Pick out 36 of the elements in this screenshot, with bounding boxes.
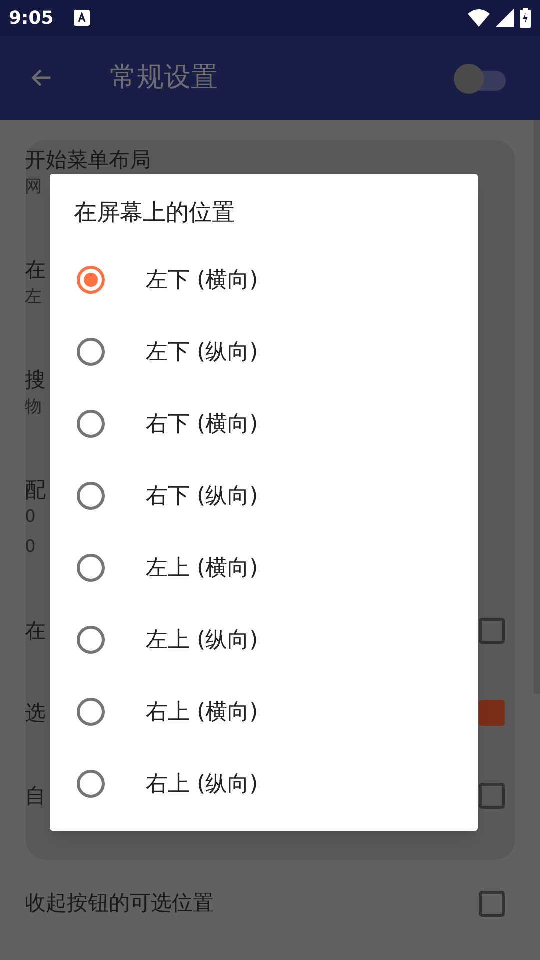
radio-button[interactable] (77, 482, 105, 510)
radio-option[interactable]: 右下 (纵向) (50, 460, 478, 532)
radio-option[interactable]: 左下 (横向) (50, 244, 478, 316)
setting-title: 配 (25, 478, 46, 502)
setting-title: 在 (25, 258, 46, 282)
setting-title: 收起按钮的可选位置 (25, 890, 214, 918)
dialog-title: 在屏幕上的位置 (74, 199, 235, 228)
setting-title: 开始菜单布局 (25, 148, 151, 172)
battery-icon (520, 8, 531, 28)
radio-option[interactable]: 右下 (横向) (50, 388, 478, 460)
radio-option[interactable]: 左上 (横向) (50, 532, 478, 604)
radio-button[interactable] (77, 626, 105, 654)
radio-button[interactable] (77, 410, 105, 438)
radio-option[interactable]: 右上 (纵向) (50, 748, 478, 820)
setting-title: 搜 (25, 368, 46, 392)
radio-option[interactable]: 左上 (纵向) (50, 604, 478, 676)
radio-option[interactable]: 左下 (纵向) (50, 316, 478, 388)
setting-title: 在 (25, 619, 46, 643)
toggle-switch[interactable] (454, 62, 506, 94)
status-time: 9:05 (9, 6, 54, 30)
radio-button[interactable] (77, 338, 105, 366)
radio-button[interactable] (77, 698, 105, 726)
setting-summary: 左 (25, 286, 42, 309)
keyboard-icon (74, 10, 90, 26)
radio-button[interactable] (77, 770, 105, 798)
setting-title: 自 (25, 784, 46, 808)
setting-summary: 物 (25, 396, 42, 419)
checkbox[interactable] (479, 891, 505, 917)
radio-option[interactable]: 右上 (横向) (50, 676, 478, 748)
radio-button[interactable] (77, 554, 105, 582)
checkbox[interactable] (479, 700, 505, 726)
radio-button[interactable] (77, 266, 105, 294)
setting-title: 选 (25, 701, 46, 725)
signal-icon (496, 9, 514, 27)
wifi-icon (468, 9, 490, 27)
screen-title: 常规设置 (110, 60, 218, 95)
